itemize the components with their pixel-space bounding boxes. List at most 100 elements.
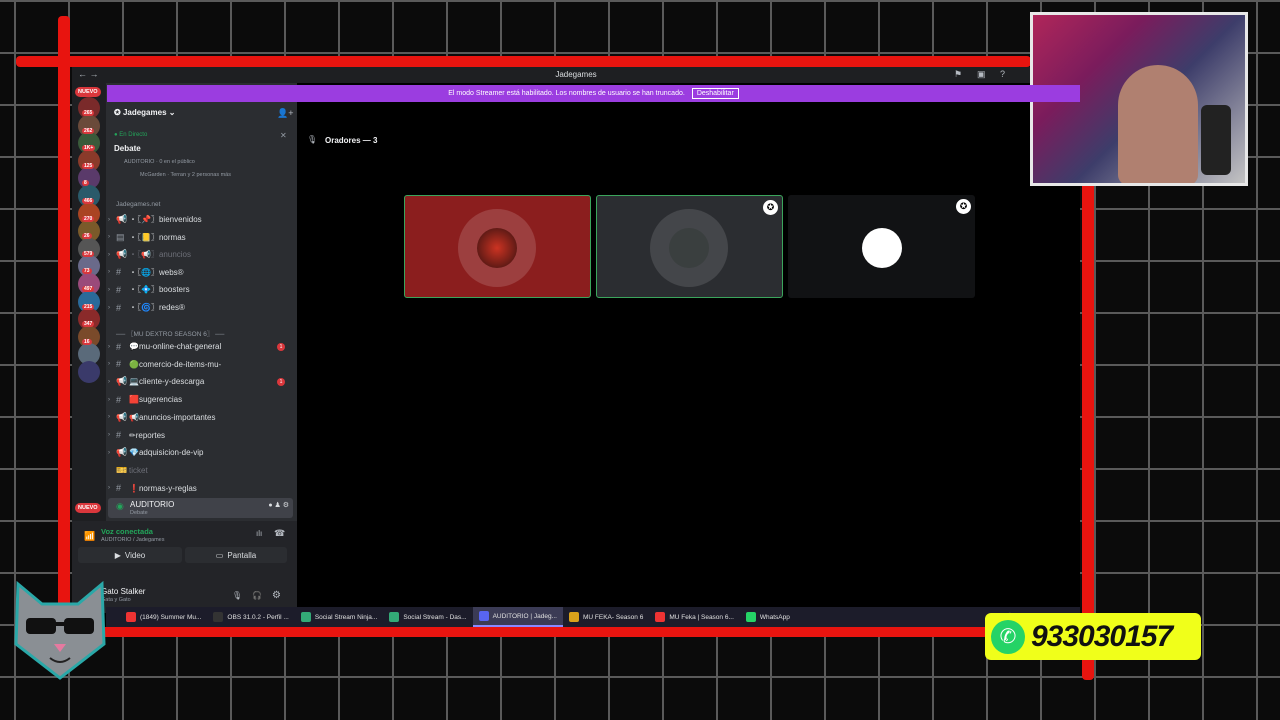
channel-name: redes® bbox=[158, 303, 185, 312]
channel-prefix: 💻 bbox=[129, 377, 139, 387]
chevron-right-icon: › bbox=[108, 343, 110, 350]
video-icon: ▶ bbox=[114, 550, 121, 560]
inbox-icon[interactable]: ▣ bbox=[977, 69, 986, 80]
flag-icon[interactable]: ⚑ bbox=[954, 69, 962, 80]
microphone-arm bbox=[1201, 105, 1231, 175]
channel-name: boosters bbox=[158, 285, 190, 295]
channel-bienvenidos[interactable]: › 📢 ・〖📌〗 bienvenidos bbox=[108, 212, 293, 227]
channel-webs[interactable]: › # ・〖🌐〗 webs® bbox=[108, 265, 293, 280]
megaphone-icon: 📢 bbox=[116, 249, 128, 260]
server-icon[interactable] bbox=[78, 361, 100, 383]
channel-name: sugerencias bbox=[138, 395, 183, 405]
category-jadegames[interactable]: Jadegames.net bbox=[116, 201, 160, 208]
stage-info: AUDITORIO · 0 en el público bbox=[124, 159, 195, 165]
channel-sugerencias[interactable]: › # 🟥 sugerencias bbox=[108, 392, 293, 407]
channel-prefix: 💬 bbox=[129, 342, 139, 351]
app-icon bbox=[389, 612, 400, 622]
megaphone-icon: 📢 bbox=[116, 411, 128, 422]
help-icon[interactable]: ? bbox=[1000, 69, 1005, 79]
channel-anunciosimportantes[interactable]: › 📢 📢 anuncios-importantes bbox=[108, 410, 293, 425]
channel-name: normas bbox=[158, 232, 186, 242]
chevron-right-icon: › bbox=[108, 304, 110, 311]
chevron-right-icon: › bbox=[108, 216, 110, 223]
channel-clienteydescarga[interactable]: › 📢 💻 cliente-y-descarga 1 bbox=[108, 374, 293, 389]
speaker-tile-2[interactable]: ✪ bbox=[596, 195, 783, 298]
taskbar-item[interactable]: OBS 31.0.2 - Perfil ... bbox=[207, 607, 294, 627]
taskbar-label: WhatsApp bbox=[759, 613, 790, 621]
channel-name: webs® bbox=[158, 267, 184, 277]
taskbar-item[interactable]: AUDITORIO | Jadeg... bbox=[472, 607, 563, 627]
headphones-icon[interactable]: 🎧 bbox=[252, 591, 262, 600]
settings-gear-icon[interactable]: ⚙ bbox=[272, 590, 281, 601]
new-badge-bottom: NUEVO bbox=[75, 503, 101, 513]
taskbar-item[interactable]: WhatsApp bbox=[740, 607, 796, 627]
disable-streamer-button[interactable]: Deshabilitar bbox=[691, 88, 739, 99]
voice-channel-auditorio[interactable]: ◉ AUDITORIO Debate ● ♟ ⚙ bbox=[108, 498, 293, 518]
cat-mascot-logo bbox=[4, 574, 116, 682]
moderator-icon: ✪ bbox=[956, 199, 971, 214]
channel-muonlinechatgeneral[interactable]: › # 💬 mu-online-chat-general 1 bbox=[108, 339, 293, 354]
channel-adquisiciondevip[interactable]: › 📢 💎 adquisicion-de-vip bbox=[108, 445, 293, 460]
megaphone-icon: 📢 bbox=[116, 376, 128, 387]
close-icon[interactable]: ✕ bbox=[280, 131, 287, 140]
screen-share-button[interactable]: ▭ Pantalla bbox=[185, 547, 287, 563]
red-frame-top bbox=[16, 56, 1031, 67]
taskbar-item[interactable]: Social Stream Ninja... bbox=[295, 607, 384, 627]
video-button[interactable]: ▶ Video bbox=[78, 547, 182, 563]
title-bar: ← → Jadegames ⚑ ▣ ? bbox=[72, 67, 1080, 83]
screen-label: Pantalla bbox=[227, 550, 257, 560]
hash-icon: # bbox=[116, 341, 122, 352]
speaker-avatar-inner bbox=[669, 228, 709, 268]
channel-name: anuncios-importantes bbox=[138, 412, 216, 422]
server-icon: ✪ bbox=[114, 108, 123, 117]
channel-ticket[interactable]: 🎫 ticket bbox=[108, 463, 293, 478]
channel-name: mu-online-chat-general bbox=[138, 342, 222, 351]
hash-icon: # bbox=[116, 284, 122, 295]
channel-prefix: 🟥 bbox=[129, 395, 139, 405]
speaker-tile-3[interactable]: ✪ bbox=[788, 195, 975, 298]
mention-badge: 497 bbox=[82, 286, 95, 292]
server-name: Jadegames bbox=[122, 108, 167, 117]
channel-normasyreglas[interactable]: › # ❗ normas-y-reglas bbox=[108, 481, 293, 496]
taskbar-item[interactable]: MU FEKA- Season 6 bbox=[563, 607, 649, 627]
chevron-right-icon: › bbox=[108, 286, 110, 293]
stage-people: McGarden · Terran y 2 personas más bbox=[140, 172, 231, 178]
chevron-right-icon: › bbox=[108, 361, 110, 368]
app-icon bbox=[569, 612, 579, 622]
channel-prefix: 📢 bbox=[129, 412, 139, 422]
megaphone-icon: 📢 bbox=[116, 447, 128, 458]
taskbar-item[interactable]: (1849) Summer Mu... bbox=[120, 607, 207, 627]
discord-window: ← → Jadegames ⚑ ▣ ? NUEVO 265 262 1K+ 125 8 46… bbox=[72, 67, 1080, 627]
stage-title: Debate bbox=[114, 144, 141, 153]
channel-reportes[interactable]: › # ✏ reportes bbox=[108, 428, 293, 443]
sound-icon[interactable]: ılı bbox=[256, 529, 262, 538]
channel-prefix: ❗ bbox=[129, 483, 139, 493]
channel-boosters[interactable]: › # ・〖💠〗 boosters bbox=[108, 282, 293, 297]
voice-channel-icons[interactable]: ● ♟ ⚙ bbox=[268, 501, 289, 509]
microphone-icon[interactable]: 🎙 bbox=[232, 591, 242, 600]
channel-redes[interactable]: › # ・〖🌀〗 redes® bbox=[108, 300, 293, 315]
channel-comerciodeitemsmu[interactable]: › # 🟢 comercio-de-items-mu- bbox=[108, 357, 293, 372]
taskbar-label: MU Feka | Season 6... bbox=[669, 613, 734, 621]
banner-text: El modo Streamer está habilitado. Los no… bbox=[448, 90, 685, 97]
new-badge-top: NUEVO bbox=[75, 87, 101, 97]
red-frame-left bbox=[58, 16, 70, 626]
disconnect-icon[interactable]: ☎ bbox=[274, 528, 285, 539]
channel-anuncios[interactable]: › 📢 ・〖📢〗 anuncios bbox=[108, 247, 293, 262]
invite-icon[interactable]: 👤+ bbox=[277, 108, 293, 119]
hash-icon: # bbox=[116, 359, 122, 370]
channel-prefix: ・〖📢〗 bbox=[129, 250, 159, 260]
taskbar-item[interactable]: Social Stream - Das... bbox=[383, 607, 472, 627]
video-label: Video bbox=[124, 550, 146, 560]
screen-icon: ▭ bbox=[215, 550, 224, 560]
category-mu-dextro[interactable]: ── 〖MU DEXTRO SEASON 6〗 ── bbox=[116, 328, 224, 338]
voice-channel-name: AUDITORIO bbox=[130, 500, 175, 509]
speaker-tile-1[interactable] bbox=[404, 195, 591, 298]
taskbar-item[interactable]: MU Feka | Season 6... bbox=[649, 607, 740, 627]
app-icon bbox=[478, 611, 489, 621]
channel-name: ticket bbox=[129, 465, 148, 475]
server-header[interactable]: ✪ Jadegames ⌄ bbox=[114, 108, 175, 117]
channel-prefix: ・〖📒〗 bbox=[129, 232, 159, 242]
channel-normas[interactable]: › ▤ ・〖📒〗 normas bbox=[108, 230, 293, 245]
channel-prefix: 💎 bbox=[129, 448, 139, 458]
